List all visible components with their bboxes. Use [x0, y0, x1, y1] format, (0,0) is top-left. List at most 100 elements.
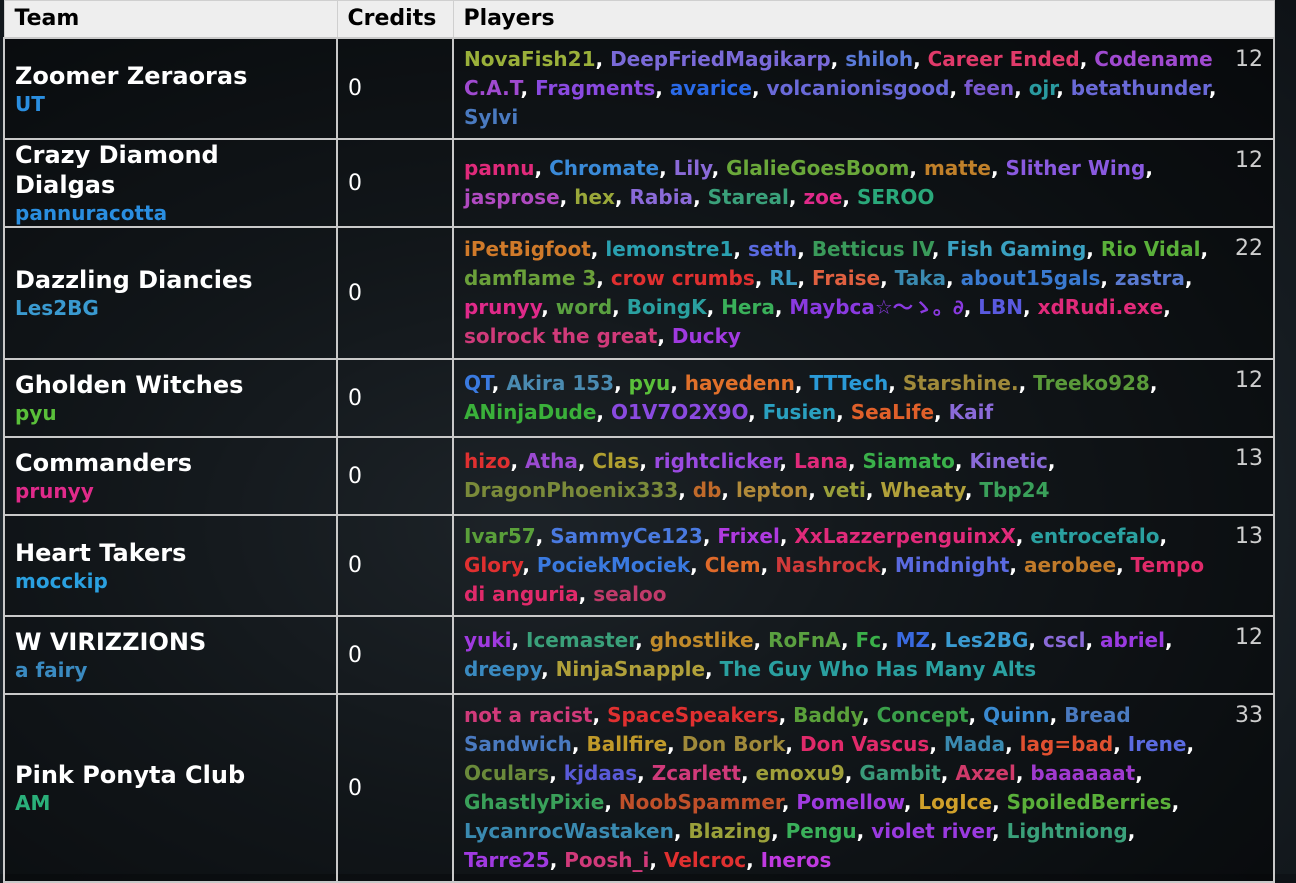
teams-body: Zoomer Zeraoras UT 0 12 NovaFish21, DeepFrie…: [3, 37, 1275, 883]
player-name: Sylvi: [464, 105, 519, 129]
player-name: aerobee: [1023, 553, 1117, 577]
player-name: Kaif: [948, 400, 994, 424]
player-name: seth: [747, 237, 798, 261]
player-name: ghostlike: [649, 628, 754, 652]
players-cell: 22 iPetBigfoot, lemonstre1, seth, Betticu…: [452, 226, 1275, 360]
player-name: Taka: [894, 266, 947, 290]
player-count: 22: [1235, 236, 1263, 261]
credits-cell: 0: [336, 693, 454, 883]
header-credits: Credits: [336, 0, 454, 39]
player-name: Betticus IV: [811, 237, 932, 261]
player-name: Axzel: [955, 761, 1016, 785]
players-cell: 12 NovaFish21, DeepFriedMagikarp, shiloh,…: [452, 37, 1275, 140]
player-name: crow crumbs: [610, 266, 755, 290]
player-name: NinjaSnapple: [555, 657, 706, 681]
player-name: rightclicker: [653, 449, 780, 473]
player-name: feen: [964, 76, 1015, 100]
player-name: Career Ended: [927, 47, 1080, 71]
team-cell: Zoomer Zeraoras UT: [3, 37, 338, 140]
player-name: Chromate: [549, 156, 660, 180]
player-name: The Guy Who Has Many Alts: [719, 657, 1037, 681]
team-owner: pyu: [15, 401, 57, 425]
player-name: GhastlyPixie: [464, 790, 605, 814]
players-cell: 12 pannu, Chromate, Lily, GlalieGoesBoom,…: [452, 138, 1275, 228]
player-name: Baddy: [793, 703, 862, 727]
player-name: dreepy: [464, 657, 542, 681]
player-name: shiloh: [845, 47, 914, 71]
player-name: LycanrocWastaken: [464, 819, 674, 843]
player-name: Mindnight: [894, 553, 1010, 577]
player-name: Ballfire: [586, 732, 668, 756]
player-count: 13: [1235, 446, 1263, 471]
player-name: Tarre25: [464, 848, 550, 872]
header-players: Players: [452, 0, 1275, 39]
team-owner: Les2BG: [15, 296, 99, 320]
player-name: emoxu9: [755, 761, 845, 785]
table-row: Heart Takers mocckip 0 13 Ivar57, SammyCe123…: [3, 514, 1275, 617]
player-name: damflame 3: [464, 266, 597, 290]
player-name: ojr: [1028, 76, 1057, 100]
player-name: Fraise: [812, 266, 881, 290]
player-count: 12: [1235, 148, 1263, 173]
player-name: Starshine.: [902, 371, 1019, 395]
player-name: Lana: [793, 449, 848, 473]
player-name: pannu: [464, 156, 535, 180]
team-cell: Pink Ponyta Club AM: [3, 693, 338, 883]
player-name: cscl: [1042, 628, 1086, 652]
player-name: RL: [769, 266, 798, 290]
player-name: hizo: [464, 449, 511, 473]
team-cell: W VIRIZZIONS a fairy: [3, 615, 338, 695]
player-name: db: [692, 478, 722, 502]
player-name: Fusien: [762, 400, 837, 424]
player-name: Pengu: [785, 819, 857, 843]
player-name: iPetBigfoot: [464, 237, 591, 261]
player-name: RoFnA: [768, 628, 841, 652]
player-name: zoe: [803, 185, 843, 209]
player-name: hex: [574, 185, 615, 209]
team-cell: Crazy Diamond Dialgas pannuracotta: [3, 138, 338, 228]
team-cell: Heart Takers mocckip: [3, 514, 338, 617]
player-name: Ineros: [760, 848, 832, 872]
player-name: Lightniong: [1006, 819, 1128, 843]
team-owner: a fairy: [15, 658, 88, 682]
team-name: Heart Takers: [15, 538, 187, 567]
team-name: Zoomer Zeraoras: [15, 61, 248, 90]
player-name: Concept: [876, 703, 969, 727]
player-name: lepton: [735, 478, 809, 502]
player-name: Poosh_i: [564, 848, 650, 872]
player-name: MZ: [895, 628, 931, 652]
player-name: Don Vascus: [799, 732, 930, 756]
player-name: yuki: [464, 628, 512, 652]
player-name: NovaFish21: [464, 47, 596, 71]
player-name: Fragments: [535, 76, 656, 100]
header-team: Team: [3, 0, 338, 39]
player-name: Siamato: [862, 449, 955, 473]
player-name: Kinetic: [969, 449, 1048, 473]
player-name: volcanionisgood: [766, 76, 950, 100]
player-name: SpaceSpeakers: [607, 703, 779, 727]
team-owner: prunyy: [15, 479, 94, 503]
player-name: TTTech: [809, 371, 889, 395]
player-name: kjdaas: [563, 761, 638, 785]
team-owner: AM: [15, 791, 51, 815]
credits-cell: 0: [336, 358, 454, 438]
player-name: violet river: [871, 819, 993, 843]
player-name: word: [555, 295, 613, 319]
team-cell: Gholden Witches pyu: [3, 358, 338, 438]
team-name: Commanders: [15, 449, 192, 477]
team-owner: UT: [15, 91, 45, 116]
team-cell: Commanders prunyy: [3, 436, 338, 516]
teams-table: Team Credits Players Zoomer Zeraoras UT 0 1…: [3, 0, 1275, 883]
player-name: Pomellow: [796, 790, 904, 814]
player-count: 12: [1235, 625, 1263, 650]
player-name: Velcroc: [663, 848, 747, 872]
players-cell: 13 hizo, Atha, Clas, rightclicker, Lana, …: [452, 436, 1275, 516]
players-cell: 33 not a racist, SpaceSpeakers, Baddy, Co…: [452, 693, 1275, 883]
credits-cell: 0: [336, 615, 454, 695]
player-name: prunyy: [464, 295, 542, 319]
credits-cell: 0: [336, 514, 454, 617]
player-name: XxLazzerpenguinxX: [794, 524, 1016, 548]
player-name: Rio Vidal: [1100, 237, 1201, 261]
team-name: W VIRIZZIONS: [15, 628, 207, 656]
player-name: Ducky: [671, 324, 741, 348]
